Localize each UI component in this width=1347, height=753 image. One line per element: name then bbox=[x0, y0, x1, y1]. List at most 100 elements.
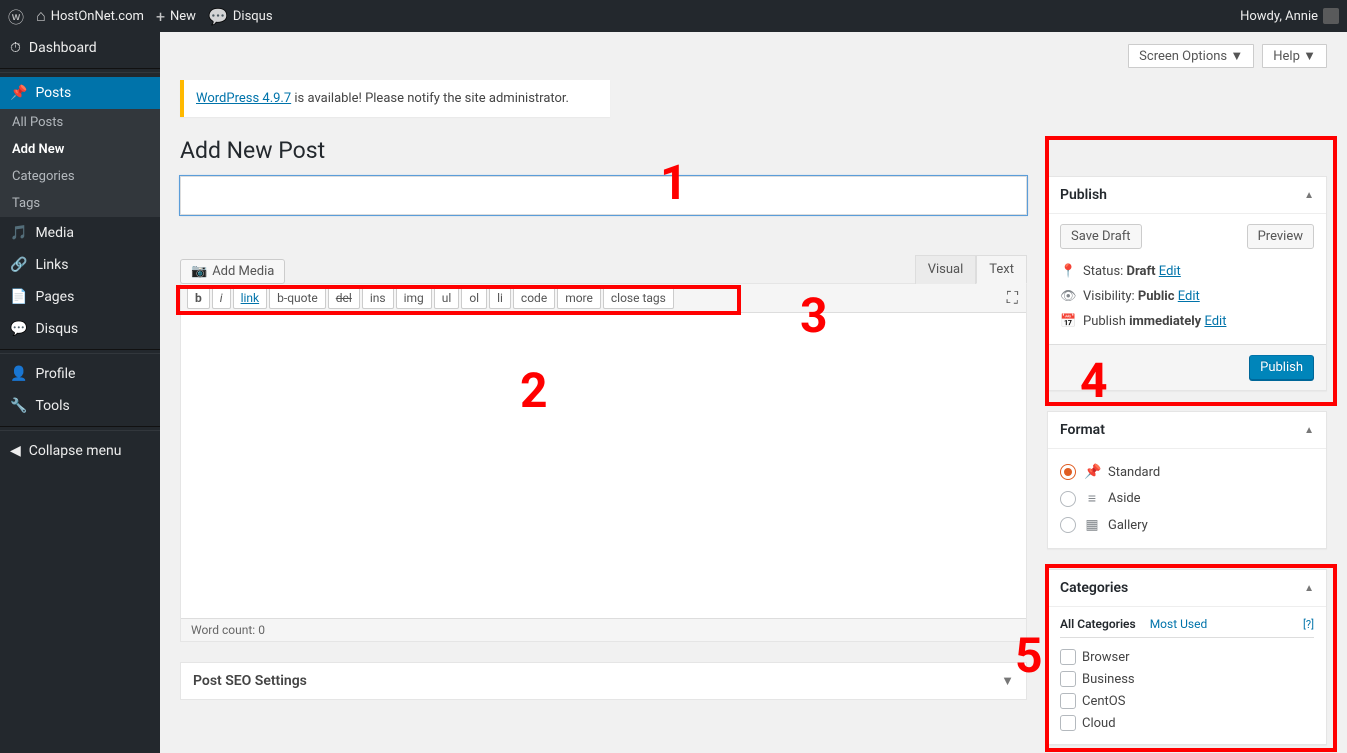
sidebar-item-label: Posts bbox=[35, 85, 71, 101]
add-media-button[interactable]: 📷Add Media bbox=[180, 259, 285, 284]
editor-textarea[interactable] bbox=[181, 313, 1026, 618]
main-content: Screen Options ▼ Help ▼ WordPress 4.9.7 … bbox=[160, 32, 1347, 753]
sidebar-item-label: Dashboard bbox=[29, 40, 97, 56]
page-icon: 📄 bbox=[10, 289, 27, 305]
home-icon: ⌂ bbox=[36, 6, 46, 26]
sidebar-item-tools[interactable]: 🔧Tools bbox=[0, 390, 160, 422]
notice-text: is available! Please notify the site adm… bbox=[291, 91, 569, 106]
sidebar-sub-all-posts[interactable]: All Posts bbox=[0, 109, 160, 136]
comment-icon: 💬 bbox=[208, 7, 228, 26]
gallery-icon: ▦ bbox=[1084, 517, 1100, 533]
sidebar-item-posts[interactable]: 📌 Posts bbox=[0, 77, 160, 109]
category-item[interactable]: Cloud bbox=[1060, 712, 1314, 734]
toolbar-bquote[interactable]: b-quote bbox=[269, 287, 326, 309]
toolbar-ul[interactable]: ul bbox=[434, 287, 460, 309]
sidebar-item-collapse[interactable]: ◀Collapse menu bbox=[0, 435, 160, 467]
greeting-text: Howdy, Annie bbox=[1240, 9, 1318, 24]
pin-icon: 📌 bbox=[10, 85, 27, 101]
chevron-up-icon[interactable]: ▲ bbox=[1304, 190, 1314, 201]
tab-visual[interactable]: Visual bbox=[915, 255, 977, 284]
publish-title: Publish bbox=[1060, 187, 1107, 203]
toolbar-code[interactable]: code bbox=[513, 287, 555, 309]
help-button[interactable]: Help ▼ bbox=[1262, 44, 1327, 68]
publish-box: Publish▲ Save Draft Preview 📍Status: Dra… bbox=[1047, 176, 1327, 391]
sidebar-sub-tags[interactable]: Tags bbox=[0, 190, 160, 217]
format-title: Format bbox=[1060, 422, 1105, 438]
toolbar-img[interactable]: img bbox=[396, 287, 432, 309]
chevron-down-icon: ▼ bbox=[1303, 49, 1316, 64]
sidebar-sub-categories[interactable]: Categories bbox=[0, 163, 160, 190]
toolbar-ol[interactable]: ol bbox=[461, 287, 487, 309]
save-draft-button[interactable]: Save Draft bbox=[1060, 224, 1142, 249]
editor-toolbar: b i link b-quote del ins img ul ol li co… bbox=[181, 284, 1026, 313]
toolbar-li[interactable]: li bbox=[489, 287, 511, 309]
chevron-up-icon[interactable]: ▲ bbox=[1304, 583, 1314, 594]
publish-edit-link[interactable]: Edit bbox=[1204, 314, 1226, 329]
disqus-link[interactable]: 💬Disqus bbox=[208, 7, 273, 26]
tab-text[interactable]: Text bbox=[976, 255, 1027, 284]
categories-tab-most-used[interactable]: Most Used bbox=[1150, 617, 1208, 631]
category-item[interactable]: Business bbox=[1060, 668, 1314, 690]
format-option-aside[interactable]: ≡Aside bbox=[1060, 485, 1314, 512]
categories-tab-all[interactable]: All Categories bbox=[1060, 617, 1136, 631]
toolbar-bold[interactable]: b bbox=[187, 287, 210, 309]
sidebar-item-label: Profile bbox=[35, 366, 75, 382]
categories-title: Categories bbox=[1060, 580, 1128, 596]
wordpress-update-link[interactable]: WordPress 4.9.7 bbox=[196, 91, 291, 106]
pin-icon: 📌 bbox=[1084, 464, 1100, 480]
comment-icon: 💬 bbox=[10, 321, 27, 337]
post-seo-settings-box[interactable]: Post SEO Settings ▼ bbox=[180, 662, 1027, 700]
camera-icon: 📷 bbox=[191, 264, 207, 279]
avatar-icon bbox=[1323, 8, 1339, 24]
sidebar-sub-add-new[interactable]: Add New bbox=[0, 136, 160, 163]
media-icon: 🎵 bbox=[10, 225, 27, 241]
plus-icon: + bbox=[156, 7, 165, 26]
category-item[interactable]: CentOS bbox=[1060, 690, 1314, 712]
wordpress-icon: ⓦ bbox=[8, 4, 24, 28]
dashboard-icon: ⏱ bbox=[10, 40, 21, 56]
format-option-gallery[interactable]: ▦Gallery bbox=[1060, 512, 1314, 538]
format-option-standard[interactable]: 📌Standard bbox=[1060, 459, 1314, 485]
sidebar-item-label: Pages bbox=[35, 289, 74, 305]
radio-icon bbox=[1060, 491, 1076, 507]
categories-help[interactable]: [?] bbox=[1303, 618, 1314, 631]
wrench-icon: 🔧 bbox=[10, 398, 27, 414]
status-value: Draft bbox=[1127, 264, 1156, 279]
toolbar-del[interactable]: del bbox=[328, 287, 360, 309]
checkbox-icon bbox=[1060, 671, 1076, 687]
user-greeting[interactable]: Howdy, Annie bbox=[1240, 8, 1339, 24]
sidebar-item-links[interactable]: 🔗Links bbox=[0, 249, 160, 281]
new-label: New bbox=[170, 9, 196, 24]
categories-box: Categories ▲ All Categories Most Used [?]… bbox=[1047, 569, 1327, 745]
wp-logo[interactable]: ⓦ bbox=[8, 4, 24, 28]
visibility-edit-link[interactable]: Edit bbox=[1178, 289, 1200, 304]
site-link[interactable]: ⌂HostOnNet.com bbox=[36, 6, 144, 26]
chevron-up-icon[interactable]: ▲ bbox=[1304, 425, 1314, 436]
update-notice: WordPress 4.9.7 is available! Please not… bbox=[180, 80, 610, 117]
screen-options-button[interactable]: Screen Options ▼ bbox=[1128, 44, 1254, 68]
visibility-value: Public bbox=[1138, 289, 1175, 304]
publish-button[interactable]: Publish bbox=[1249, 355, 1314, 380]
post-title-input[interactable] bbox=[180, 176, 1027, 215]
status-edit-link[interactable]: Edit bbox=[1159, 264, 1181, 279]
new-content[interactable]: + New bbox=[156, 7, 196, 26]
toolbar-ins[interactable]: ins bbox=[362, 287, 394, 309]
aside-icon: ≡ bbox=[1084, 490, 1100, 507]
fullscreen-icon[interactable]: ⛶ bbox=[1007, 288, 1018, 308]
toolbar-italic[interactable]: i bbox=[212, 287, 231, 309]
sidebar-submenu: All Posts Add New Categories Tags bbox=[0, 109, 160, 217]
chevron-down-icon[interactable]: ▼ bbox=[1001, 673, 1014, 689]
post-editor: b i link b-quote del ins img ul ol li co… bbox=[180, 283, 1027, 642]
calendar-icon: 📅 bbox=[1060, 314, 1076, 329]
sidebar-item-disqus[interactable]: 💬Disqus bbox=[0, 313, 160, 345]
preview-button[interactable]: Preview bbox=[1247, 224, 1314, 249]
sidebar-item-pages[interactable]: 📄 Pages bbox=[0, 281, 160, 313]
toolbar-close-tags[interactable]: close tags bbox=[603, 287, 674, 309]
toolbar-more[interactable]: more bbox=[557, 287, 601, 309]
sidebar-item-media[interactable]: 🎵Media bbox=[0, 217, 160, 249]
sidebar-item-dashboard[interactable]: ⏱ Dashboard bbox=[0, 32, 160, 64]
category-item[interactable]: Browser bbox=[1060, 646, 1314, 668]
toolbar-link[interactable]: link bbox=[233, 287, 268, 309]
sidebar-item-profile[interactable]: 👤Profile bbox=[0, 358, 160, 390]
publish-value: immediately bbox=[1129, 314, 1201, 329]
